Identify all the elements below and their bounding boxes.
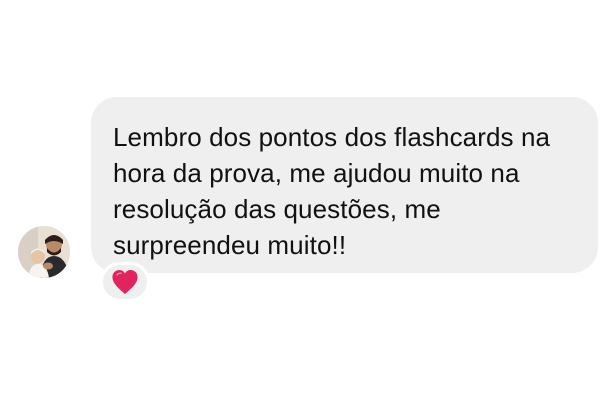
heart-icon — [112, 270, 138, 294]
message-text: Lembro dos pontos dos flashcards na hora… — [113, 122, 551, 260]
chat-thread: Lembro dos pontos dos flashcards na hora… — [0, 0, 600, 400]
avatar[interactable] — [18, 226, 70, 278]
avatar-photo — [18, 226, 70, 278]
message-bubble[interactable]: Lembro dos pontos dos flashcards na hora… — [91, 97, 598, 273]
reaction-badge[interactable] — [100, 262, 150, 302]
